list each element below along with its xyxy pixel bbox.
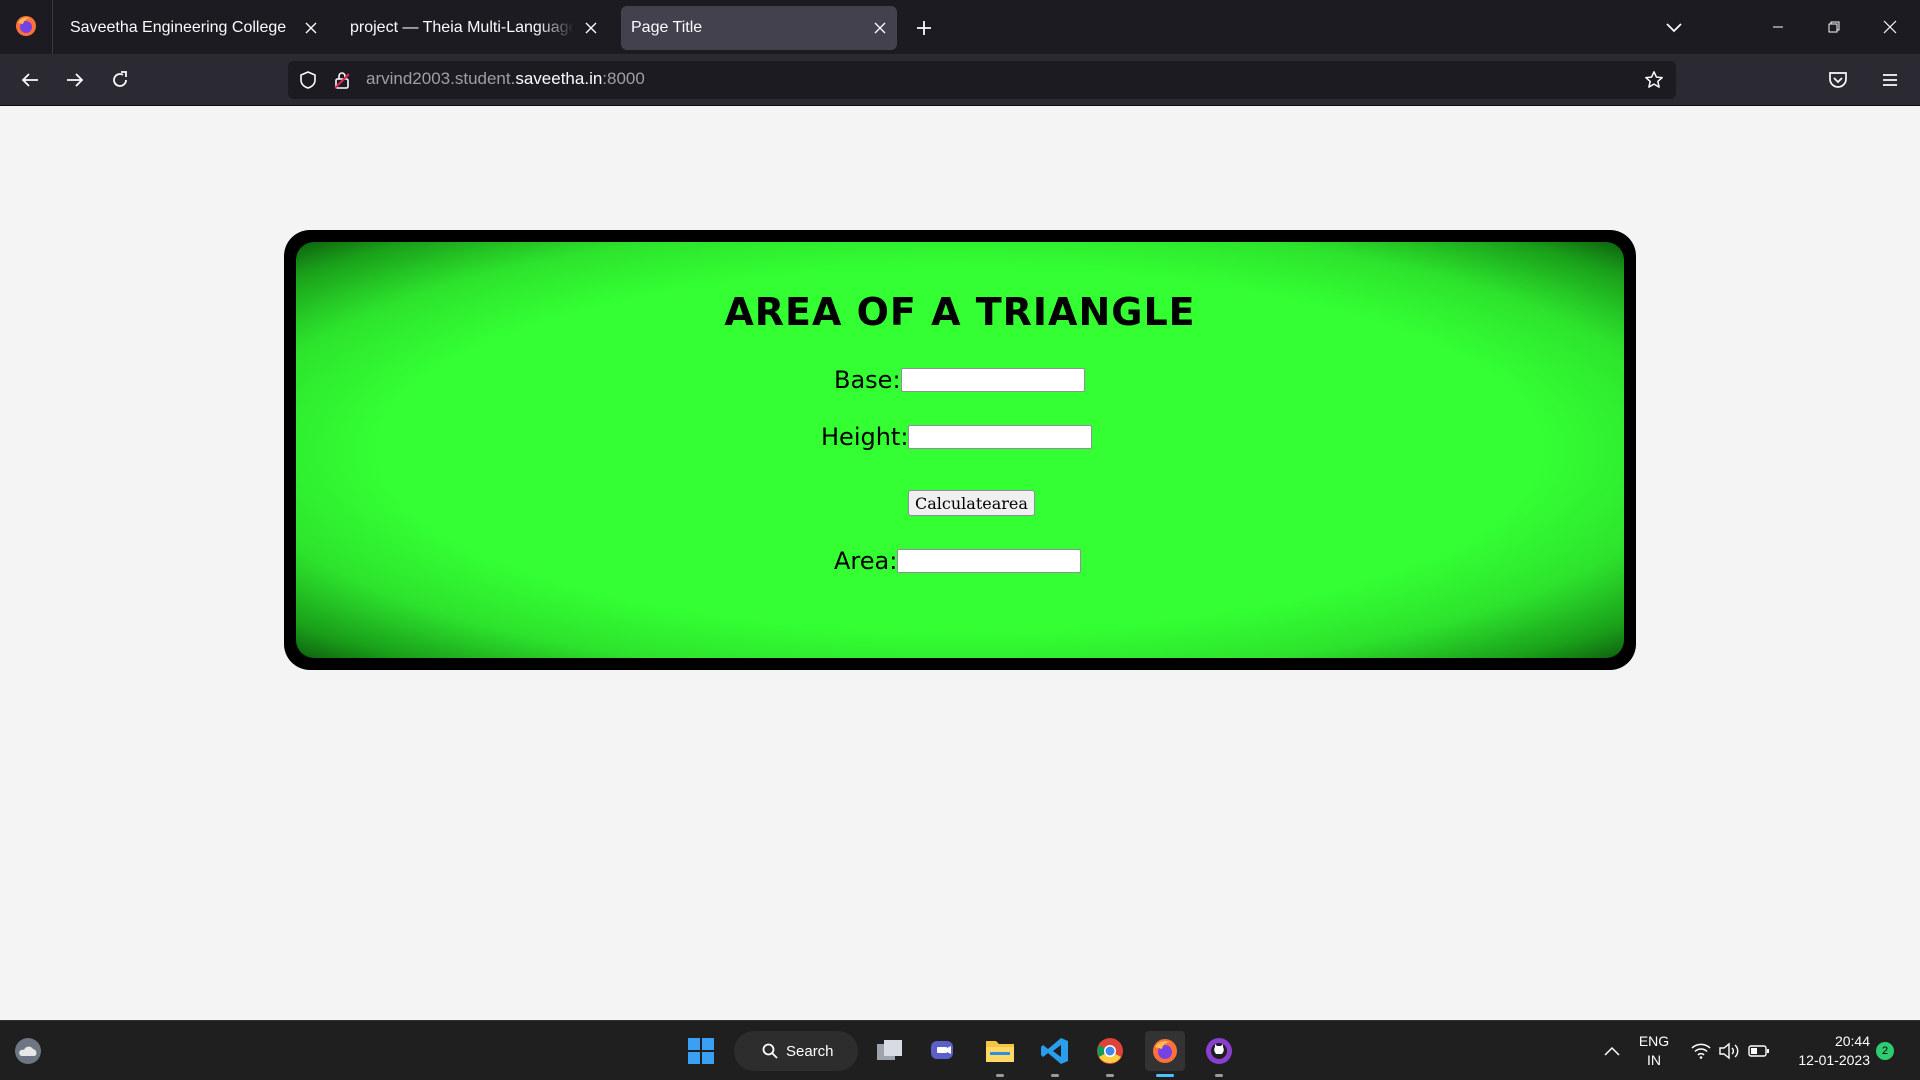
url-text[interactable]: arvind2003.student.saveetha.in:8000 <box>366 69 645 89</box>
calculator-panel: AREA OF A TRIANGLE Base: Height: Calcula… <box>296 242 1624 658</box>
wifi-icon <box>1691 1043 1711 1059</box>
volume-icon <box>1719 1042 1739 1060</box>
teams-chat-icon[interactable] <box>924 1031 964 1071</box>
pocket-icon[interactable] <box>1826 68 1850 92</box>
page-content: AREA OF A TRIANGLE Base: Height: Calcula… <box>0 106 1920 1020</box>
navigation-bar: arvind2003.student.saveetha.in:8000 <box>0 54 1920 106</box>
start-button[interactable] <box>681 1031 721 1071</box>
chevron-up-icon[interactable] <box>1592 1031 1632 1071</box>
clock-date: 12-01-2023 <box>1798 1052 1870 1068</box>
url-suffix: :8000 <box>602 69 645 88</box>
area-label: Area: <box>834 547 898 575</box>
page-title: AREA OF A TRIANGLE <box>724 290 1196 334</box>
restore-icon <box>1828 21 1840 33</box>
tab-page-title[interactable]: Page Title <box>621 6 897 50</box>
calculator-frame: AREA OF A TRIANGLE Base: Height: Calcula… <box>284 230 1636 670</box>
base-row: Base: <box>834 366 1085 394</box>
lang-line2: IN <box>1647 1052 1661 1068</box>
reload-icon <box>113 71 127 87</box>
height-label: Height: <box>821 423 909 451</box>
plus-icon <box>917 21 931 35</box>
clock[interactable]: 20:44 12-01-2023 <box>1788 1032 1870 1070</box>
height-row: Height: <box>821 423 1093 451</box>
running-indicator <box>996 1074 1004 1077</box>
firefox-icon[interactable] <box>14 14 38 38</box>
height-input[interactable] <box>908 425 1093 449</box>
clock-time: 20:44 <box>1834 1033 1870 1049</box>
url-prefix: arvind2003.student. <box>366 69 516 88</box>
file-explorer-icon[interactable] <box>980 1031 1020 1077</box>
close-icon <box>1883 20 1897 34</box>
task-view-icon[interactable] <box>870 1031 910 1071</box>
search-label: Search <box>786 1042 834 1060</box>
tab-label: Saveetha Engineering College <box>70 19 287 36</box>
back-icon <box>21 73 38 87</box>
area-row: Area: <box>834 547 1082 575</box>
close-icon[interactable] <box>294 11 328 45</box>
running-indicator <box>1106 1074 1114 1077</box>
windows-icon <box>688 1038 714 1064</box>
tab-theia[interactable]: project — Theia Multi-Language Ex <box>334 6 608 50</box>
tab-label: Page Title <box>631 19 703 36</box>
new-tab-button[interactable] <box>908 12 940 44</box>
tab-strip: Saveetha Engineering College project — T… <box>0 0 1920 54</box>
search-icon <box>762 1043 778 1059</box>
area-output[interactable] <box>897 549 1082 573</box>
calculate-area-button[interactable]: Calculatearea <box>908 490 1035 516</box>
close-icon[interactable] <box>863 11 897 45</box>
chrome-icon[interactable] <box>1090 1031 1130 1077</box>
base-label: Base: <box>834 366 901 394</box>
lang-line1: ENG <box>1638 1033 1670 1049</box>
menu-icon[interactable] <box>1878 68 1902 92</box>
forward-button[interactable] <box>57 62 93 98</box>
reload-button[interactable] <box>102 62 138 98</box>
taskbar: Search ENG IN 20:44 12-01-2023 2 <box>0 1020 1920 1080</box>
close-window-button[interactable] <box>1870 8 1910 46</box>
tab-saveetha[interactable]: Saveetha Engineering College <box>54 6 328 50</box>
language-indicator[interactable]: ENG IN <box>1632 1032 1676 1070</box>
github-desktop-icon[interactable] <box>1199 1031 1239 1077</box>
star-icon[interactable] <box>1644 70 1664 90</box>
chevron-down-icon <box>1666 23 1682 33</box>
back-button[interactable] <box>12 62 48 98</box>
battery-icon <box>1748 1045 1769 1057</box>
shield-icon[interactable] <box>298 70 318 90</box>
close-icon[interactable] <box>574 11 608 45</box>
firefox-taskbar-icon[interactable] <box>1145 1031 1185 1077</box>
forward-icon <box>67 73 84 87</box>
url-domain: saveetha.in <box>515 69 603 88</box>
vscode-icon[interactable] <box>1035 1031 1075 1077</box>
notification-badge[interactable]: 2 <box>1876 1042 1894 1060</box>
lock-icon[interactable] <box>332 70 352 90</box>
list-all-tabs-button[interactable] <box>1658 12 1690 44</box>
system-tray-quick-settings[interactable] <box>1680 1031 1780 1071</box>
running-indicator <box>1215 1074 1223 1077</box>
tab-separator <box>52 0 53 54</box>
running-indicator <box>1051 1074 1059 1077</box>
base-input[interactable] <box>900 368 1085 392</box>
address-bar[interactable]: arvind2003.student.saveetha.in:8000 <box>288 61 1676 99</box>
minimize-button[interactable] <box>1758 8 1798 46</box>
restore-button[interactable] <box>1814 8 1854 46</box>
minimize-icon <box>1773 26 1783 28</box>
active-indicator <box>1156 1074 1174 1077</box>
taskbar-search[interactable]: Search <box>734 1031 858 1071</box>
weather-icon[interactable] <box>8 1031 48 1071</box>
tab-label: project — Theia Multi-Language Ex <box>350 19 574 36</box>
